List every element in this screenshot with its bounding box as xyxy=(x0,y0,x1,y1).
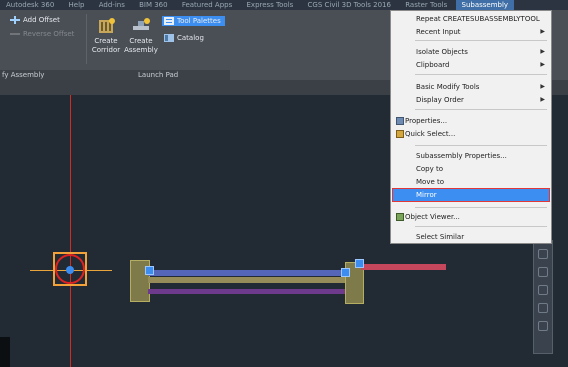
menu-divider xyxy=(415,207,547,208)
tool-palettes-icon xyxy=(164,17,174,25)
reverse-offset-button: Reverse Offset xyxy=(10,30,74,38)
command-line-edge xyxy=(0,337,10,367)
crosshair-vertical xyxy=(70,95,71,367)
zoom-icon[interactable] xyxy=(538,285,548,295)
tab-raster-tools[interactable]: Raster Tools xyxy=(399,0,453,10)
menu-item-basic-modify-tools[interactable]: Basic Modify Tools ▶ xyxy=(391,81,551,93)
tab-add-ins[interactable]: Add-ins xyxy=(93,0,131,10)
tab-help[interactable]: Help xyxy=(63,0,91,10)
quick-select-icon xyxy=(396,130,404,138)
menu-item-select-similar[interactable]: Select Similar xyxy=(391,231,551,243)
submenu-arrow-icon: ▶ xyxy=(540,83,545,90)
tab-bim-360[interactable]: BIM 360 xyxy=(133,0,174,10)
menu-divider xyxy=(415,145,547,146)
menu-divider xyxy=(415,74,547,75)
add-offset-icon xyxy=(10,16,20,24)
subassembly-grip-right[interactable] xyxy=(355,259,364,268)
orbit-icon[interactable] xyxy=(538,303,548,313)
reverse-offset-label: Reverse Offset xyxy=(23,30,75,38)
tab-subassembly[interactable]: Subassembly xyxy=(455,0,515,10)
catalog-label: Catalog xyxy=(177,34,204,42)
submenu-arrow-icon: ▶ xyxy=(540,96,545,103)
tab-express-tools[interactable]: Express Tools xyxy=(241,0,300,10)
subassembly-grip-mid[interactable] xyxy=(341,268,350,277)
ribbon-separator xyxy=(86,14,87,64)
pan-icon[interactable] xyxy=(538,267,548,277)
object-viewer-icon xyxy=(396,213,404,221)
subassembly-lane-pavement[interactable] xyxy=(148,277,346,283)
create-corridor-label: Create Corridor xyxy=(91,37,121,54)
add-offset-button[interactable]: Add Offset xyxy=(10,16,60,24)
menu-item-clipboard[interactable]: Clipboard ▶ xyxy=(391,59,551,71)
menu-item-repeat[interactable]: Repeat CREATESUBASSEMBLYTOOL xyxy=(391,13,551,25)
add-offset-label: Add Offset xyxy=(23,16,60,24)
subassembly-lane-top[interactable] xyxy=(148,270,346,276)
menu-item-object-viewer[interactable]: Object Viewer... xyxy=(391,211,551,223)
context-menu: Repeat CREATESUBASSEMBLYTOOL Recent Inpu… xyxy=(390,10,552,244)
menu-item-isolate-objects[interactable]: Isolate Objects ▶ xyxy=(391,46,551,58)
menu-item-subassembly-properties[interactable]: Subassembly Properties... xyxy=(391,150,551,162)
create-assembly-button[interactable]: Create Assembly xyxy=(124,18,158,55)
tool-palettes-button[interactable]: Tool Palettes xyxy=(162,16,225,26)
menu-divider xyxy=(415,226,547,227)
submenu-arrow-icon: ▶ xyxy=(540,61,545,68)
tool-palettes-label: Tool Palettes xyxy=(177,17,221,25)
properties-icon xyxy=(396,117,404,125)
create-corridor-icon xyxy=(97,18,115,34)
navigation-bar xyxy=(533,240,553,354)
tab-autodesk-360[interactable]: Autodesk 360 xyxy=(0,0,60,10)
baseline-grip[interactable] xyxy=(66,266,74,274)
steering-wheel-icon[interactable] xyxy=(538,249,548,259)
menu-item-display-order[interactable]: Display Order ▶ xyxy=(391,94,551,106)
menu-item-recent-input[interactable]: Recent Input ▶ xyxy=(391,26,551,38)
menu-divider xyxy=(415,109,547,110)
create-assembly-icon xyxy=(132,18,150,34)
ribbon-tab-bar: Autodesk 360 Help Add-ins BIM 360 Featur… xyxy=(0,0,568,10)
menu-item-move-to[interactable]: Move to xyxy=(391,176,551,188)
menu-divider xyxy=(415,40,547,41)
tab-cgs-tools[interactable]: CGS Civil 3D Tools 2016 xyxy=(302,0,397,10)
reverse-offset-icon xyxy=(10,30,20,38)
panel-title-modify-assembly: fy Assembly xyxy=(2,71,45,79)
tab-featured-apps[interactable]: Featured Apps xyxy=(176,0,238,10)
menu-item-copy-to[interactable]: Copy to xyxy=(391,163,551,175)
create-corridor-button[interactable]: Create Corridor xyxy=(89,18,123,55)
catalog-button[interactable]: Catalog xyxy=(164,34,204,42)
submenu-arrow-icon: ▶ xyxy=(540,28,545,35)
menu-item-properties[interactable]: Properties... xyxy=(391,115,551,127)
menu-item-mirror[interactable]: Mirror xyxy=(392,188,550,202)
subassembly-lane-base[interactable] xyxy=(148,289,346,294)
submenu-arrow-icon: ▶ xyxy=(540,48,545,55)
create-assembly-label: Create Assembly xyxy=(124,37,158,54)
showmotion-icon[interactable] xyxy=(538,321,548,331)
menu-item-quick-select[interactable]: Quick Select... xyxy=(391,128,551,140)
ribbon-panel-titles: fy Assembly Launch Pad xyxy=(0,70,230,80)
catalog-icon xyxy=(164,34,174,42)
panel-title-launch-pad: Launch Pad xyxy=(138,71,179,79)
subassembly-daylight-link[interactable] xyxy=(361,264,446,270)
subassembly-grip-left[interactable] xyxy=(145,266,154,275)
